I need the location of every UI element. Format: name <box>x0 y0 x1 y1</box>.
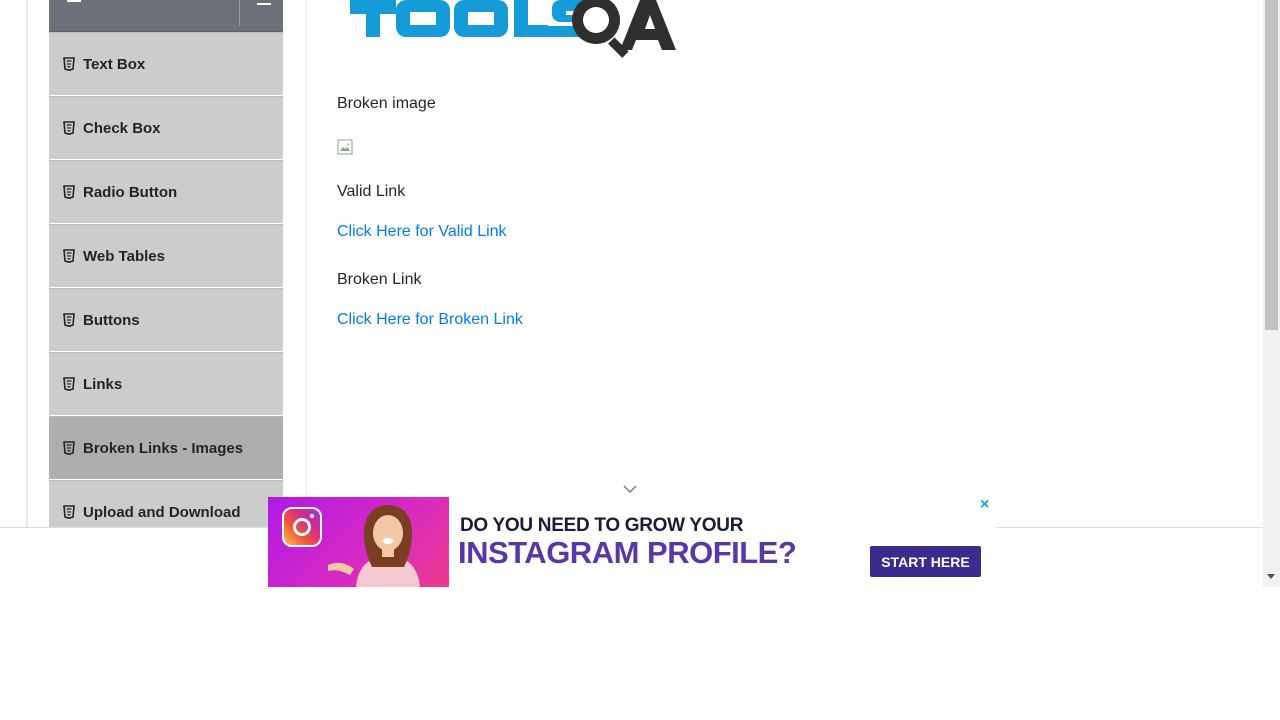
broken-link[interactable]: Click Here for Broken Link <box>337 311 523 329</box>
left-border <box>26 0 28 587</box>
start-here-button[interactable]: START HERE <box>870 546 981 577</box>
html5-icon <box>63 185 75 199</box>
html5-icon <box>63 505 75 519</box>
vertical-scrollbar[interactable] <box>1263 0 1280 587</box>
sidebar-item-check-box[interactable]: Check Box <box>49 96 283 160</box>
instagram-icon <box>282 507 322 547</box>
collapse-icon[interactable] <box>257 3 271 5</box>
broken-image-icon <box>337 139 353 155</box>
blank-area <box>0 587 1280 720</box>
divider <box>239 0 240 26</box>
scroll-down-arrow-icon[interactable] <box>1267 574 1275 579</box>
scrollbar-thumb[interactable] <box>1265 0 1278 330</box>
group-icon <box>67 0 81 2</box>
html5-icon <box>63 249 75 263</box>
html5-icon <box>63 57 75 71</box>
sidebar-item-label: Radio Button <box>83 183 178 201</box>
close-ad-icon[interactable]: × <box>980 497 989 513</box>
html5-icon <box>63 441 75 455</box>
instagram-ad-banner[interactable]: DO YOU NEED TO GROW YOUR INSTAGRAM PROFI… <box>268 497 996 587</box>
sidebar-item-label: Check Box <box>83 119 161 137</box>
valid-link[interactable]: Click Here for Valid Link <box>337 223 507 241</box>
woman-illustration <box>328 505 420 587</box>
sidebar-item-label: Broken Links - Images <box>83 439 244 457</box>
toolsqa-logo[interactable] <box>348 0 678 60</box>
sidebar: Text Box Check Box Radio Button Web Tabl… <box>49 0 283 544</box>
valid-link-label: Valid Link <box>337 183 406 200</box>
ad-headline-line2: INSTAGRAM PROFILE? <box>458 535 797 570</box>
html5-icon <box>63 121 75 135</box>
chevron-down-icon[interactable] <box>622 484 638 494</box>
html5-icon <box>63 313 75 327</box>
sidebar-item-text-box[interactable]: Text Box <box>49 32 283 96</box>
sidebar-group-header-elements[interactable] <box>49 0 283 32</box>
broken-image-label: Broken image <box>337 95 436 112</box>
broken-link-label: Broken Link <box>337 271 422 288</box>
sidebar-item-buttons[interactable]: Buttons <box>49 288 283 352</box>
sidebar-item-label: Buttons <box>83 311 140 329</box>
sidebar-item-label: Web Tables <box>83 247 165 265</box>
html5-icon <box>63 377 75 391</box>
sidebar-item-label: Text Box <box>83 55 146 73</box>
sidebar-item-web-tables[interactable]: Web Tables <box>49 224 283 288</box>
ad-image <box>268 497 449 587</box>
sidebar-item-label: Links <box>83 375 123 393</box>
page-viewport: Text Box Check Box Radio Button Web Tabl… <box>0 0 1280 587</box>
ad-headline-line1: DO YOU NEED TO GROW YOUR <box>460 515 744 536</box>
sidebar-item-links[interactable]: Links <box>49 352 283 416</box>
sidebar-item-broken-links-images[interactable]: Broken Links - Images <box>49 416 283 480</box>
sidebar-item-radio-button[interactable]: Radio Button <box>49 160 283 224</box>
sidebar-item-label: Upload and Download <box>83 503 241 521</box>
